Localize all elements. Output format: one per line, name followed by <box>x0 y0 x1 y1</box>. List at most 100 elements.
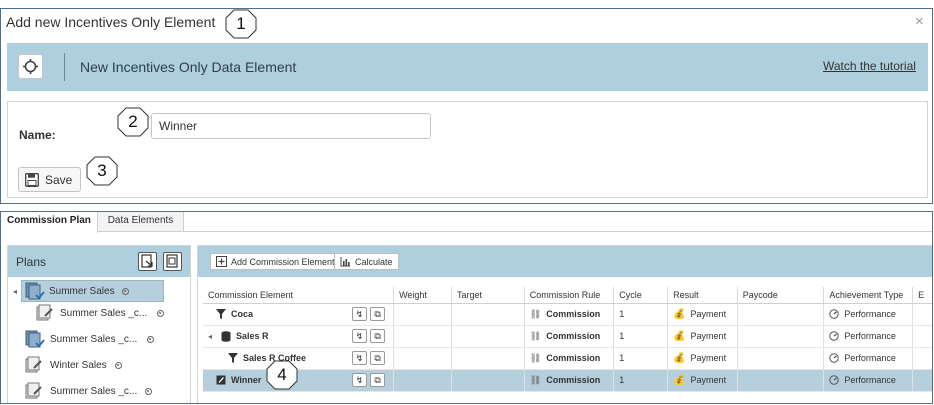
add-commission-element-button[interactable]: Add Commission Element <box>210 253 341 270</box>
eye-icon[interactable] <box>147 335 155 343</box>
commission-rule: Commission <box>546 331 601 341</box>
plan-tree-row[interactable]: Summer Sales _c... <box>25 380 153 402</box>
column-header[interactable]: Paycode <box>737 287 825 304</box>
table-row[interactable]: Coca ↯ ⧉ ⛓ Commission 1 💰 Payment Performan… <box>203 303 932 326</box>
crosshair-button[interactable] <box>18 54 43 79</box>
plans-sidebar: Plans ◂ Summer Sales Summer Sales _c... <box>7 245 191 403</box>
add-commission-label: Add Commission Element <box>231 256 335 267</box>
achievement-type: Performance <box>844 353 896 363</box>
table-row[interactable]: Sales R Coffee ↯ ⧉ ⛓ Commission 1 💰 Payment <box>203 347 932 370</box>
element-name: Sales R <box>236 331 269 341</box>
duplicate-icon[interactable]: ⧉ <box>370 351 386 365</box>
plan-tree-row[interactable]: Summer Sales _c... <box>25 328 155 350</box>
table-row-selected[interactable]: Winner ↯ ⧉ ⛓ Commission 1 💰 Payment Perform… <box>203 369 932 392</box>
edit-icon <box>216 375 226 385</box>
collapse-icon[interactable]: ◂ <box>9 287 21 296</box>
commission-rule: Commission <box>546 353 601 363</box>
plan-label: Summer Sales <box>49 285 115 297</box>
gauge-icon <box>829 309 840 319</box>
cycle-cell: 1 <box>613 303 669 326</box>
plans-title: Plans <box>16 255 47 269</box>
handshake-icon: ⛓ <box>529 308 542 319</box>
formula-icon[interactable]: ↯ <box>352 329 368 343</box>
duplicate-icon[interactable]: ⧉ <box>370 373 386 387</box>
duplicate-icon[interactable]: ⧉ <box>370 307 386 321</box>
plan-approved-icon <box>25 282 45 300</box>
duplicate-icon[interactable]: ⧉ <box>370 329 386 343</box>
gauge-icon <box>829 375 840 385</box>
column-header[interactable]: E <box>912 287 932 304</box>
filter-icon <box>216 309 226 319</box>
export-plan-icon[interactable] <box>138 252 157 271</box>
eye-icon[interactable] <box>114 361 122 369</box>
eye-icon[interactable] <box>145 387 153 395</box>
plans-header: Plans <box>8 246 190 277</box>
formula-icon[interactable]: ↯ <box>352 351 368 365</box>
result-value: Payment <box>690 331 727 341</box>
gauge-icon <box>829 353 840 363</box>
cycle-cell: 1 <box>613 347 669 370</box>
watch-tutorial-link[interactable]: Watch the tutorial <box>823 59 916 73</box>
column-header[interactable]: Commission Element <box>203 287 395 304</box>
filter-icon <box>228 353 238 363</box>
plan-edit-icon <box>36 304 53 321</box>
money-bag-icon: 💰 <box>673 330 686 342</box>
dialog-header-bar: New Incentives Only Data Element Watch t… <box>7 43 928 91</box>
callout-marker: 1 <box>225 9 257 39</box>
formula-icon[interactable]: ↯ <box>352 307 368 321</box>
plan-tree-row[interactable]: ◂ Summer Sales <box>8 280 190 302</box>
import-plan-icon[interactable] <box>163 252 182 271</box>
column-header[interactable]: Result <box>667 287 738 304</box>
tab-commission-plan[interactable]: Commission Plan <box>1 212 98 233</box>
column-header[interactable]: Weight <box>393 287 452 304</box>
table-row[interactable]: ◂ Sales R ↯ ⧉ ⛓ Commission 1 💰 Payment P… <box>203 325 932 348</box>
plan-edit-icon <box>25 356 42 373</box>
name-input[interactable] <box>151 113 431 139</box>
table-header-row: Commission Element Weight Target Commiss… <box>203 287 932 304</box>
crosshair-icon <box>23 59 38 74</box>
plan-approved-icon <box>25 330 45 348</box>
callout-marker: 3 <box>86 156 118 186</box>
money-bag-icon: 💰 <box>673 352 686 364</box>
result-value: Payment <box>690 309 727 319</box>
calculate-label: Calculate <box>355 256 393 267</box>
data-element-title: New Incentives Only Data Element <box>80 59 297 75</box>
plan-label: Summer Sales _c... <box>50 333 138 345</box>
handshake-icon: ⛓ <box>529 330 542 341</box>
plus-box-icon <box>216 256 227 267</box>
commission-grid-area: Add Commission Element Calculate Commiss… <box>197 245 932 403</box>
plan-tree-row[interactable]: Summer Sales _c... <box>36 302 165 324</box>
save-label: Save <box>45 172 73 187</box>
plan-label: Summer Sales _c... <box>50 385 138 397</box>
tab-data-elements[interactable]: Data Elements <box>98 212 184 232</box>
plan-tree-row[interactable]: Winter Sales <box>25 354 122 376</box>
callout-marker: 4 <box>266 360 298 390</box>
result-value: Payment <box>690 375 727 385</box>
commission-rule: Commission <box>546 375 601 385</box>
column-header[interactable]: Cycle <box>613 287 669 304</box>
handshake-icon: ⛓ <box>529 374 542 385</box>
column-header[interactable]: Achievement Type <box>823 287 914 304</box>
element-name: Winner <box>231 375 262 385</box>
grid-toolbar: Add Commission Element Calculate <box>198 246 932 277</box>
database-icon <box>221 330 231 342</box>
column-header[interactable]: Commission Rule <box>524 287 615 304</box>
collapse-icon[interactable]: ◂ <box>208 332 216 341</box>
money-bag-icon: 💰 <box>673 374 686 386</box>
commission-app-panel: Commission Plan Data Elements Plans ◂ Su… <box>0 211 933 404</box>
close-icon[interactable]: × <box>915 13 924 30</box>
plan-item-selected[interactable]: Summer Sales <box>21 280 164 302</box>
calculate-button[interactable]: Calculate <box>334 253 399 270</box>
gauge-icon <box>829 331 840 341</box>
column-header[interactable]: Target <box>451 287 525 304</box>
dialog-title: Add new Incentives Only Element <box>6 14 216 30</box>
save-button[interactable]: Save <box>18 167 81 192</box>
eye-icon[interactable] <box>157 309 165 317</box>
formula-icon[interactable]: ↯ <box>352 373 368 387</box>
bar-chart-icon <box>340 257 350 267</box>
tab-bar: Commission Plan Data Elements <box>1 212 932 233</box>
cycle-cell: 1 <box>613 325 669 348</box>
plan-edit-icon <box>25 382 42 399</box>
eye-icon[interactable] <box>121 287 129 295</box>
element-name: Coca <box>231 309 254 319</box>
